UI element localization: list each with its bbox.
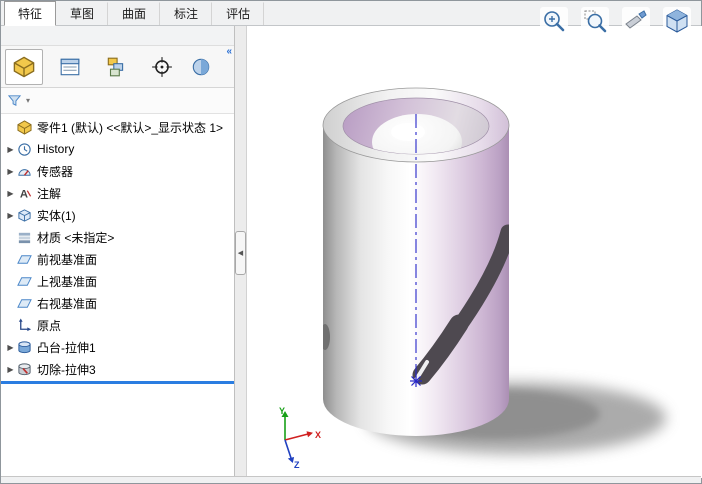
tab-sketch[interactable]: 草图: [56, 2, 108, 25]
expand-arrow-icon[interactable]: ▶: [5, 343, 16, 352]
graphics-area[interactable]: Y X Z: [247, 26, 702, 478]
panel-tab-propertymanager[interactable]: [51, 49, 89, 85]
history-icon: [16, 141, 33, 157]
tree-item-label: 切除-拉伸3: [37, 361, 96, 378]
tree-item-history[interactable]: ▶ History: [1, 138, 234, 160]
expand-arrow-icon[interactable]: ▶: [5, 211, 16, 220]
orientation-triad: Y X Z: [263, 404, 329, 470]
tree-item-origin[interactable]: 原点: [1, 314, 234, 336]
tree-item-label: 传感器: [37, 163, 73, 180]
section-view-icon: [623, 8, 649, 34]
sensors-icon: [16, 163, 33, 179]
tree-item-label: 材质 <未指定>: [37, 229, 114, 246]
property-manager-icon: [59, 56, 81, 78]
display-manager-icon: [190, 56, 212, 78]
configuration-manager-icon: [105, 56, 127, 78]
tree-item-front-plane[interactable]: 前视基准面: [1, 248, 234, 270]
panel-tab-displaymanager[interactable]: [189, 49, 215, 85]
triad-z-label: Z: [294, 460, 300, 470]
triad-x-label: X: [315, 430, 321, 440]
annotations-icon: A: [16, 185, 33, 201]
collapse-panel-button[interactable]: ◀: [235, 231, 246, 275]
tree-root-item[interactable]: 零件1 (默认) <<默认>_显示状态 1>: [1, 116, 234, 138]
tree-item-label: History: [37, 142, 74, 156]
cut-extrude-icon: [16, 361, 33, 377]
panel-tab-dimxpert[interactable]: [143, 49, 181, 85]
tree-item-label: 注解: [37, 185, 61, 202]
tab-annotate[interactable]: 标注: [160, 2, 212, 25]
tree-item-label: 上视基准面: [37, 273, 97, 290]
section-view-button[interactable]: [622, 7, 650, 35]
panel-tab-featuremanager[interactable]: [5, 49, 43, 85]
feature-manager-panel: « ▾ 零件1 (默认) <<默认>_显示状态 1> ▶ Histor: [1, 26, 235, 478]
tree-item-solid-bodies[interactable]: ▶ 实体(1): [1, 204, 234, 226]
solid-bodies-icon: [16, 207, 33, 223]
expand-arrow-icon[interactable]: ▶: [5, 189, 16, 198]
triad-z-axis: [285, 440, 291, 458]
view-orientation-icon: [664, 8, 690, 34]
tree-item-annotations[interactable]: ▶ A 注解: [1, 182, 234, 204]
tree-item-sensors[interactable]: ▶ 传感器: [1, 160, 234, 182]
solidworks-window: 特征 草图 曲面 标注 评估: [0, 0, 702, 484]
tree-item-top-plane[interactable]: 上视基准面: [1, 270, 234, 292]
command-manager-strip: [1, 26, 234, 46]
filter-funnel-icon[interactable]: [7, 93, 22, 108]
expand-arrow-icon[interactable]: ▶: [5, 145, 16, 154]
tab-features[interactable]: 特征: [4, 1, 56, 26]
view-orientation-button[interactable]: [663, 7, 691, 35]
view-toolbar: [540, 7, 691, 35]
tree-item-right-plane[interactable]: 右视基准面: [1, 292, 234, 314]
tree-item-boss-extrude1[interactable]: ▶ 凸台-拉伸1: [1, 336, 234, 358]
part-icon: [16, 119, 33, 135]
tab-scroll-arrow-icon[interactable]: «: [226, 47, 232, 57]
plane-icon: [16, 273, 33, 289]
dimxpert-target-icon: [151, 56, 173, 78]
axis-end-marker: [410, 375, 422, 387]
filter-caret-icon[interactable]: ▾: [26, 96, 30, 105]
zoom-area-icon: [582, 8, 608, 34]
zoom-area-button[interactable]: [581, 7, 609, 35]
zoom-to-fit-icon: [541, 8, 567, 34]
tree-root-label: 零件1 (默认) <<默认>_显示状态 1>: [37, 119, 223, 136]
tree-item-label: 凸台-拉伸1: [37, 339, 96, 356]
tree-item-label: 右视基准面: [37, 295, 97, 312]
tree-filter-row: ▾: [1, 88, 234, 114]
tab-evaluate[interactable]: 评估: [212, 2, 264, 25]
tree-item-cut-extrude3[interactable]: ▶ 切除-拉伸3: [1, 358, 234, 380]
triad-y-label: Y: [279, 406, 285, 416]
panel-tab-strip: «: [1, 46, 234, 88]
tab-surfaces[interactable]: 曲面: [108, 2, 160, 25]
tree-item-label: 原点: [37, 317, 61, 334]
tree-item-label: 实体(1): [37, 207, 76, 224]
part-icon: [13, 56, 35, 78]
panel-tab-configurationmanager[interactable]: [97, 49, 135, 85]
tree-item-material[interactable]: 材质 <未指定>: [1, 226, 234, 248]
rollback-bar[interactable]: [1, 381, 234, 384]
expand-arrow-icon[interactable]: ▶: [5, 365, 16, 374]
zoom-to-fit-button[interactable]: [540, 7, 568, 35]
triad-x-axis: [285, 434, 308, 440]
feature-tree: 零件1 (默认) <<默认>_显示状态 1> ▶ History ▶ 传感器 ▶: [1, 114, 234, 384]
plane-icon: [16, 295, 33, 311]
svg-text:A: A: [20, 188, 28, 200]
expand-arrow-icon[interactable]: ▶: [5, 167, 16, 176]
boss-extrude-icon: [16, 339, 33, 355]
origin-icon: [16, 317, 33, 333]
panel-splitter[interactable]: ◀: [235, 26, 247, 478]
status-bar: [1, 476, 701, 483]
plane-icon: [16, 251, 33, 267]
tree-item-label: 前视基准面: [37, 251, 97, 268]
material-icon: [16, 229, 33, 245]
